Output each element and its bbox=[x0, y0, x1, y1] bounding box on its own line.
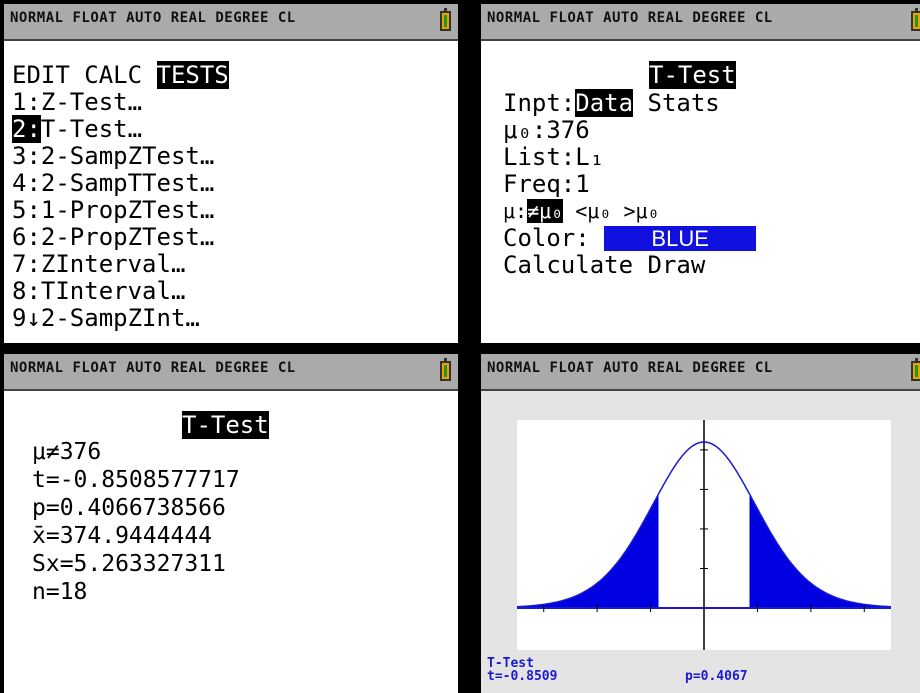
stat-tests-menu-screen: NORMAL FLOAT AUTO REAL DEGREE CL EDIT CA… bbox=[4, 4, 458, 343]
result-p-value: p=0.4066738566 bbox=[32, 495, 226, 521]
result-sample-sd: Sx=5.263327311 bbox=[32, 551, 226, 577]
color-row: Color: BLUE bbox=[503, 225, 757, 252]
battery-icon bbox=[440, 8, 451, 31]
battery-icon bbox=[440, 358, 451, 381]
status-text: NORMAL FLOAT AUTO REAL DEGREE CL bbox=[10, 10, 296, 26]
tab-edit[interactable]: EDIT bbox=[12, 61, 70, 89]
status-bar: NORMAL FLOAT AUTO REAL DEGREE CL bbox=[481, 4, 920, 41]
result-hypothesis: μ≠376 bbox=[32, 439, 102, 465]
t-test-results-screen: NORMAL FLOAT AUTO REAL DEGREE CL T-Test … bbox=[4, 354, 458, 693]
result-sample-size: n=18 bbox=[32, 579, 88, 605]
menu-tabs: EDIT CALC TESTS bbox=[12, 61, 229, 89]
menu-item-t-interval[interactable]: 8:TInterval… bbox=[12, 278, 185, 305]
alternative-hypothesis-row: μ:≠μ₀ <μ₀ >μ₀ bbox=[503, 199, 660, 223]
t-test-graph-screen: NORMAL FLOAT AUTO REAL DEGREE CL T-Test … bbox=[481, 354, 920, 693]
screen-title: T-Test bbox=[649, 61, 736, 89]
status-bar: NORMAL FLOAT AUTO REAL DEGREE CL bbox=[481, 354, 920, 391]
t-test-form: Inpt:Data Stats μ₀:376 List:L₁ Freq:1 μ:… bbox=[503, 89, 757, 333]
battery-icon bbox=[911, 358, 920, 381]
menu-item-z-interval[interactable]: 7:ZInterval… bbox=[12, 251, 185, 278]
status-text: NORMAL FLOAT AUTO REAL DEGREE CL bbox=[487, 10, 773, 26]
battery-icon bbox=[911, 8, 920, 31]
menu-item-2-samp-z-test[interactable]: 3:2-SampZTest… bbox=[12, 143, 214, 170]
draw-button[interactable]: Draw bbox=[648, 251, 706, 279]
status-text: NORMAL FLOAT AUTO REAL DEGREE CL bbox=[487, 360, 773, 376]
t-distribution-plot bbox=[517, 420, 891, 650]
mu0-field[interactable]: μ₀:376 bbox=[503, 117, 590, 144]
calculate-button[interactable]: Calculate bbox=[503, 251, 633, 279]
screen-title: T-Test bbox=[182, 411, 269, 439]
menu-item-t-test[interactable]: 2:T-Test… bbox=[12, 115, 142, 143]
graph-window bbox=[517, 420, 891, 650]
menu-item-z-test[interactable]: 1:Z-Test… bbox=[12, 89, 142, 116]
left-tail-area bbox=[517, 494, 659, 608]
menu-item-2-prop-z-test[interactable]: 6:2-PropZTest… bbox=[12, 224, 214, 251]
menu-item-2-samp-z-int[interactable]: 9↓2-SampZInt… bbox=[12, 305, 200, 332]
menu-item-1-prop-z-test[interactable]: 5:1-PropZTest… bbox=[12, 197, 214, 224]
color-select[interactable]: BLUE bbox=[604, 226, 757, 251]
tab-calc[interactable]: CALC bbox=[84, 61, 142, 89]
t-test-input-screen: NORMAL FLOAT AUTO REAL DEGREE CL T-Test … bbox=[481, 4, 920, 343]
input-mode-row: Inpt:Data Stats bbox=[503, 89, 720, 117]
results-list: μ≠376 t=-0.8508577717 p=0.4066738566 x̄=… bbox=[32, 438, 240, 662]
menu: EDIT CALC TESTS 1:Z-Test… 2:T-Test… 3:2-… bbox=[12, 61, 229, 343]
status-bar: NORMAL FLOAT AUTO REAL DEGREE CL bbox=[4, 354, 458, 391]
menu-item-selected-key: 2: bbox=[12, 115, 41, 143]
alt-greater-than-option[interactable]: >μ₀ bbox=[623, 199, 659, 223]
input-mode-stats-option[interactable]: Stats bbox=[648, 89, 720, 117]
status-bar: NORMAL FLOAT AUTO REAL DEGREE CL bbox=[4, 4, 458, 41]
action-row: Calculate Draw bbox=[503, 252, 705, 279]
freq-field[interactable]: Freq:1 bbox=[503, 171, 590, 198]
result-t-statistic: t=-0.8508577717 bbox=[32, 467, 240, 493]
menu-item-2-samp-t-test[interactable]: 4:2-SampTTest… bbox=[12, 170, 214, 197]
list-field[interactable]: List:L₁ bbox=[503, 144, 604, 171]
graph-label-p: p=0.4067 bbox=[685, 669, 748, 684]
input-mode-data-option[interactable]: Data bbox=[575, 89, 634, 117]
right-tail-area bbox=[749, 494, 891, 608]
status-text: NORMAL FLOAT AUTO REAL DEGREE CL bbox=[10, 360, 296, 376]
alt-not-equal-option[interactable]: ≠μ₀ bbox=[527, 199, 564, 223]
alt-less-than-option[interactable]: <μ₀ bbox=[575, 199, 611, 223]
result-sample-mean: x̄=374.9444444 bbox=[32, 523, 213, 549]
tab-tests[interactable]: TESTS bbox=[156, 61, 229, 89]
graph-label-t: t=-0.8509 bbox=[487, 669, 558, 684]
